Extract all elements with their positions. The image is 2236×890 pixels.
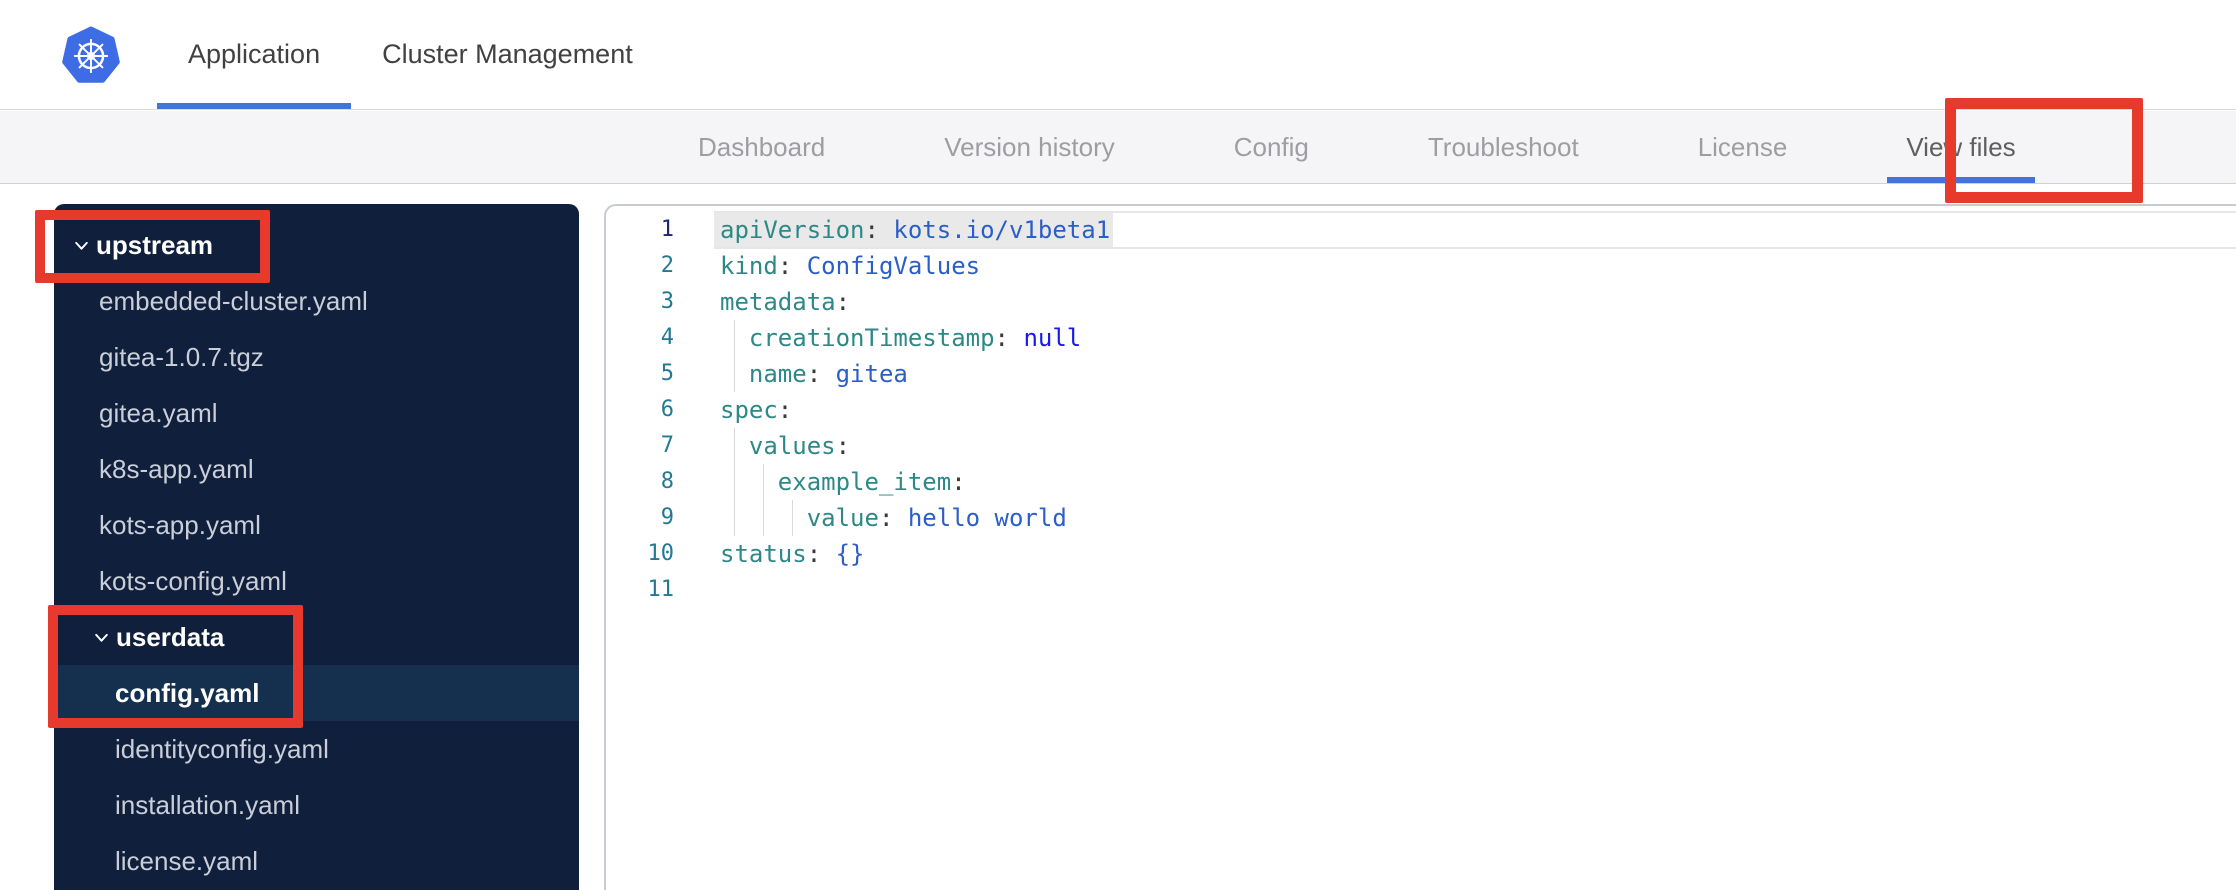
code-line-9[interactable]: 9 value: hello world (606, 500, 2236, 536)
file-label: k8s-app.yaml (99, 453, 254, 484)
file-label: config.yaml (115, 677, 260, 708)
chevron-down-icon (93, 629, 110, 646)
nav-item-version-history[interactable]: Version history (944, 111, 1115, 183)
indent-guide (734, 500, 736, 536)
tree-file-license.yaml[interactable]: license.yaml (54, 833, 579, 889)
indent-guide (792, 500, 794, 536)
file-editor-panel[interactable]: 1 apiVersion: kots.io/v1beta1 2 kind: Confi… (604, 204, 2236, 890)
indent-guide (763, 464, 765, 500)
nav-item-troubleshoot[interactable]: Troubleshoot (1428, 111, 1579, 183)
file-label: kots-config.yaml (99, 565, 287, 596)
line-number: 10 (647, 541, 675, 566)
code-line-8[interactable]: 8 example_item: (606, 464, 2236, 500)
nav-item-dashboard[interactable]: Dashboard (698, 111, 825, 183)
file-label: gitea-1.0.7.tgz (99, 341, 264, 372)
tree-file-kots-app.yaml[interactable]: kots-app.yaml (54, 497, 579, 553)
code-line-7[interactable]: 7 values: (606, 428, 2236, 464)
code-lines: 1 apiVersion: kots.io/v1beta1 2 kind: Confi… (606, 211, 2236, 608)
tree-file-config.yaml[interactable]: config.yaml (54, 665, 579, 721)
tree-file-gitea.yaml[interactable]: gitea.yaml (54, 385, 579, 441)
file-label: kots-app.yaml (99, 509, 261, 540)
tree-file-installation.yaml[interactable]: installation.yaml (54, 777, 579, 833)
line-content: metadata: (720, 288, 851, 316)
code-line-11[interactable]: 11 (606, 572, 2236, 608)
nav-item-view-files[interactable]: View files (1887, 111, 2036, 183)
code-line-5[interactable]: 5 name: gitea (606, 356, 2236, 392)
file-label: license.yaml (115, 845, 259, 876)
primary-tabs: Application Cluster Management (157, 0, 664, 109)
line-number: 4 (660, 325, 674, 350)
chevron-down-icon (73, 237, 90, 254)
nav-item-config[interactable]: Config (1234, 111, 1309, 183)
file-label: identityconfig.yaml (115, 733, 329, 764)
line-content: kind: ConfigValues (720, 252, 981, 280)
tree-folder-upstream[interactable]: upstream (54, 217, 579, 273)
code-line-3[interactable]: 3 metadata: (606, 284, 2236, 320)
file-tree-sidebar: upstream embedded-cluster.yaml gitea-1.0.7… (54, 204, 579, 890)
tree-file-identityconfig.yaml[interactable]: identityconfig.yaml (54, 721, 579, 777)
code-line-4[interactable]: 4 creationTimestamp: null (606, 320, 2236, 356)
line-content (693, 572, 2236, 608)
line-content: creationTimestamp: null (693, 320, 2236, 356)
file-label: gitea.yaml (99, 397, 218, 428)
tab-application[interactable]: Application (157, 0, 352, 109)
line-content: apiVersion: kots.io/v1beta1 (693, 211, 2236, 249)
line-content: name: gitea (693, 356, 2236, 392)
app-header: Application Cluster Management (0, 0, 2236, 110)
tree-file-gitea-1.0.7.tgz[interactable]: gitea-1.0.7.tgz (54, 329, 579, 385)
tree-file-k8s-app.yaml[interactable]: k8s-app.yaml (54, 441, 579, 497)
line-number: 11 (647, 577, 675, 602)
line-content: spec: (720, 396, 793, 424)
line-number: 6 (660, 397, 674, 422)
line-number: 5 (660, 361, 674, 386)
tree-file-embedded-cluster.yaml[interactable]: embedded-cluster.yaml (54, 273, 579, 329)
line-number: 9 (660, 505, 674, 530)
line-content: example_item: (693, 464, 2236, 500)
indent-guide (763, 500, 765, 536)
file-label: installation.yaml (115, 789, 300, 820)
line-number: 1 (660, 217, 674, 242)
tree-file-kots-config.yaml[interactable]: kots-config.yaml (54, 553, 579, 609)
indent-guide (734, 356, 736, 392)
folder-label: upstream (96, 229, 214, 260)
line-number: 3 (660, 289, 674, 314)
code-line-10[interactable]: 10 status: {} (606, 536, 2236, 572)
folder-label: userdata (116, 621, 225, 652)
line-number: 7 (660, 433, 674, 458)
kubernetes-logo-icon (62, 26, 120, 86)
nav-item-license[interactable]: License (1698, 111, 1788, 183)
find-match-highlight: apiVersion: kots.io/v1beta1 (714, 213, 1114, 247)
line-number: 2 (660, 253, 674, 278)
code-line-1[interactable]: 1 apiVersion: kots.io/v1beta1 (606, 211, 2236, 249)
tree-folder-userdata[interactable]: userdata (54, 609, 579, 665)
tab-cluster-management[interactable]: Cluster Management (351, 0, 664, 109)
indent-guide (734, 428, 736, 464)
line-number: 8 (660, 469, 674, 494)
line-content: status: {} (720, 540, 865, 568)
secondary-nav: Dashboard Version history Config Troublesho… (0, 111, 2236, 184)
code-line-2[interactable]: 2 kind: ConfigValues (606, 248, 2236, 284)
line-content: value: hello world (693, 500, 2236, 536)
indent-guide (734, 320, 736, 356)
file-label: embedded-cluster.yaml (99, 285, 368, 316)
line-content: values: (693, 428, 2236, 464)
indent-guide (734, 464, 736, 500)
code-line-6[interactable]: 6 spec: (606, 392, 2236, 428)
